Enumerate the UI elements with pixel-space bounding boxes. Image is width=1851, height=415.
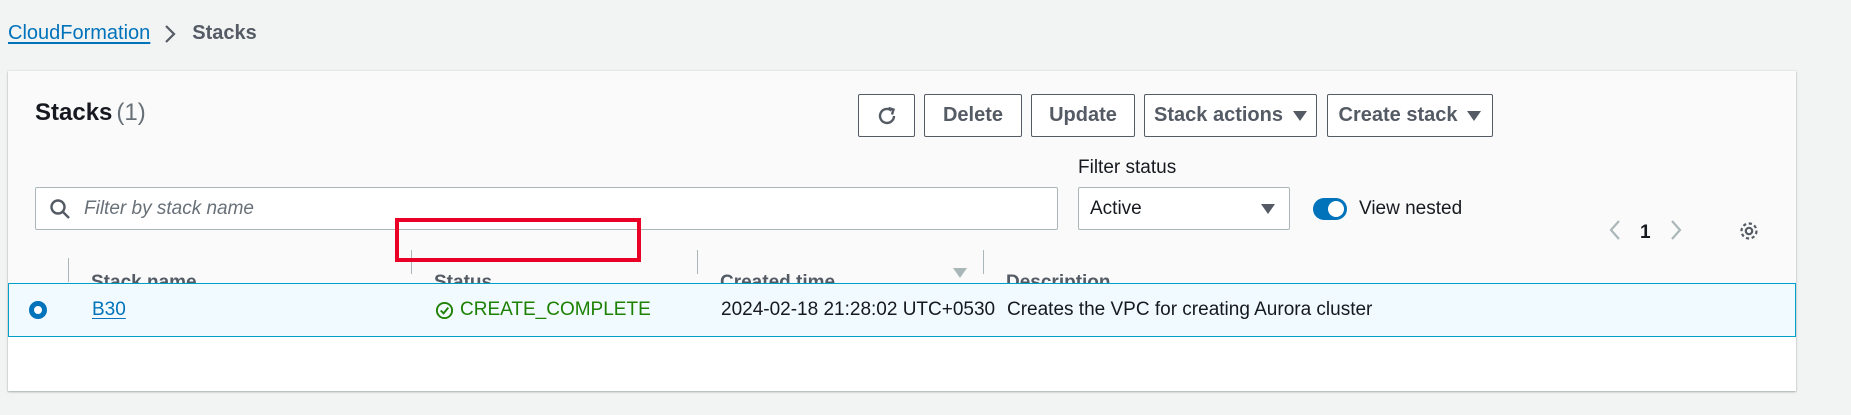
created-time-cell: 2024-02-18 21:28:02 UTC+0530 xyxy=(721,299,996,320)
view-nested-label: View nested xyxy=(1359,198,1463,219)
pagination: 1 xyxy=(1608,219,1683,246)
stack-actions-button[interactable]: Stack actions xyxy=(1144,94,1317,137)
status-badge: CREATE_COMPLETE xyxy=(435,299,651,321)
column-divider xyxy=(983,250,984,274)
breadcrumb: CloudFormation Stacks xyxy=(8,22,257,45)
sort-desc-icon[interactable] xyxy=(953,268,967,278)
panel-header: Stacks (1) Delete Update Stack actions Cr… xyxy=(8,71,1796,293)
delete-button[interactable]: Delete xyxy=(924,94,1022,137)
chevron-right-icon[interactable] xyxy=(1669,219,1683,246)
refresh-button[interactable] xyxy=(858,94,915,137)
stacks-panel: Stacks (1) Delete Update Stack actions Cr… xyxy=(8,71,1796,391)
status-cell: CREATE_COMPLETE xyxy=(435,284,651,336)
column-divider xyxy=(68,258,69,282)
chevron-left-icon[interactable] xyxy=(1608,219,1622,246)
description-cell: Creates the VPC for creating Aurora clus… xyxy=(1007,299,1373,320)
page-title: Stacks (1) xyxy=(35,99,146,127)
view-nested-toggle[interactable] xyxy=(1313,198,1347,220)
status-success-icon xyxy=(435,301,454,319)
delete-button-label: Delete xyxy=(942,104,1004,126)
chevron-right-icon xyxy=(164,24,178,44)
update-button-label: Update xyxy=(1049,104,1117,126)
update-button[interactable]: Update xyxy=(1031,94,1135,137)
refresh-icon xyxy=(878,106,895,124)
filter-status-value: Active xyxy=(1090,197,1142,219)
stacks-count: (1) xyxy=(116,99,146,126)
settings-icon[interactable] xyxy=(1738,220,1760,247)
filter-status-select[interactable]: Active xyxy=(1078,187,1290,230)
page-number[interactable]: 1 xyxy=(1640,222,1651,244)
view-nested-toggle-group: View nested xyxy=(1313,198,1462,220)
caret-down-icon xyxy=(1261,203,1275,214)
radio-selected-icon[interactable] xyxy=(29,301,47,319)
status-text: CREATE_COMPLETE xyxy=(460,299,651,320)
toggle-knob xyxy=(1328,201,1344,217)
breadcrumb-cloudformation-link[interactable]: CloudFormation xyxy=(8,22,150,45)
breadcrumb-current: Stacks xyxy=(192,22,257,44)
create-stack-button[interactable]: Create stack xyxy=(1327,94,1493,137)
caret-down-icon xyxy=(1467,110,1482,121)
column-divider xyxy=(697,250,698,274)
caret-down-icon xyxy=(1292,110,1307,121)
stack-actions-label: Stack actions xyxy=(1154,104,1283,126)
row-select[interactable] xyxy=(29,284,47,336)
stack-name-link[interactable]: B30 xyxy=(92,299,126,321)
status-highlight-box xyxy=(395,218,641,262)
table-row[interactable]: B30 CREATE_COMPLETE 2024-02-18 21:28:02 … xyxy=(8,283,1796,337)
create-stack-label: Create stack xyxy=(1338,104,1458,126)
search-icon xyxy=(36,198,84,220)
stacks-title: Stacks xyxy=(35,99,113,126)
stack-name-cell: B30 xyxy=(92,284,126,336)
filter-status-label: Filter status xyxy=(1078,157,1177,178)
